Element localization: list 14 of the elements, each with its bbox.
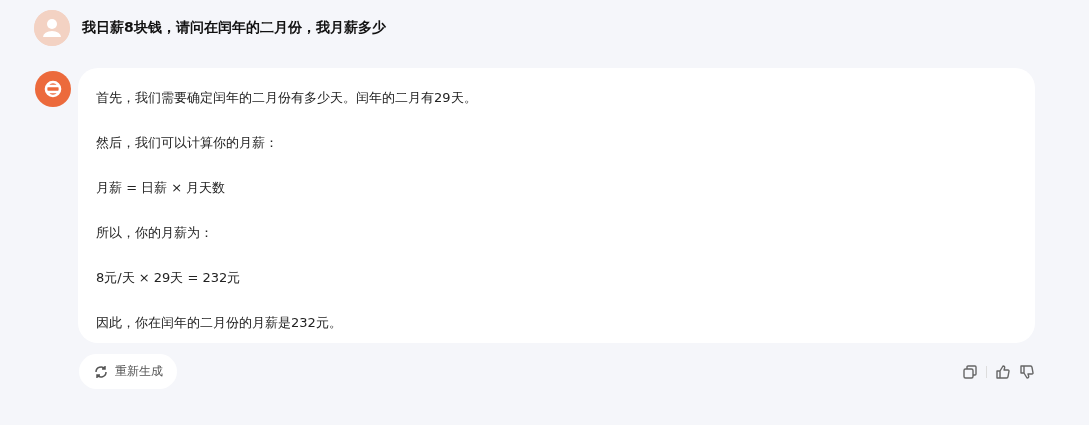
answer-paragraph: 月薪 = 日薪 × 月天数: [96, 179, 227, 197]
assistant-logo-icon: [34, 70, 72, 108]
answer-paragraph: 所以，你的月薪为：: [96, 224, 214, 242]
thumbs-down-icon[interactable]: [1019, 363, 1035, 380]
answer-paragraph: 因此，你在闰年的二月份的月薪是232元。: [96, 314, 343, 332]
answer-paragraph: 8元/天 × 29天 = 232元: [96, 269, 242, 287]
avatar-icon: [34, 10, 70, 46]
answer-paragraph: 然后，我们可以计算你的月薪：: [96, 134, 279, 152]
regenerate-button[interactable]: 重新生成: [79, 354, 177, 389]
question-text: 我日薪8块钱，请问在闰年的二月份，我月薪多少: [82, 19, 386, 37]
copy-icon[interactable]: [962, 363, 978, 380]
refresh-icon: [93, 363, 109, 380]
answer-paragraph: 首先，我们需要确定闰年的二月份有多少天。闰年的二月有29天。: [96, 89, 478, 107]
thumbs-up-icon[interactable]: [995, 363, 1011, 380]
